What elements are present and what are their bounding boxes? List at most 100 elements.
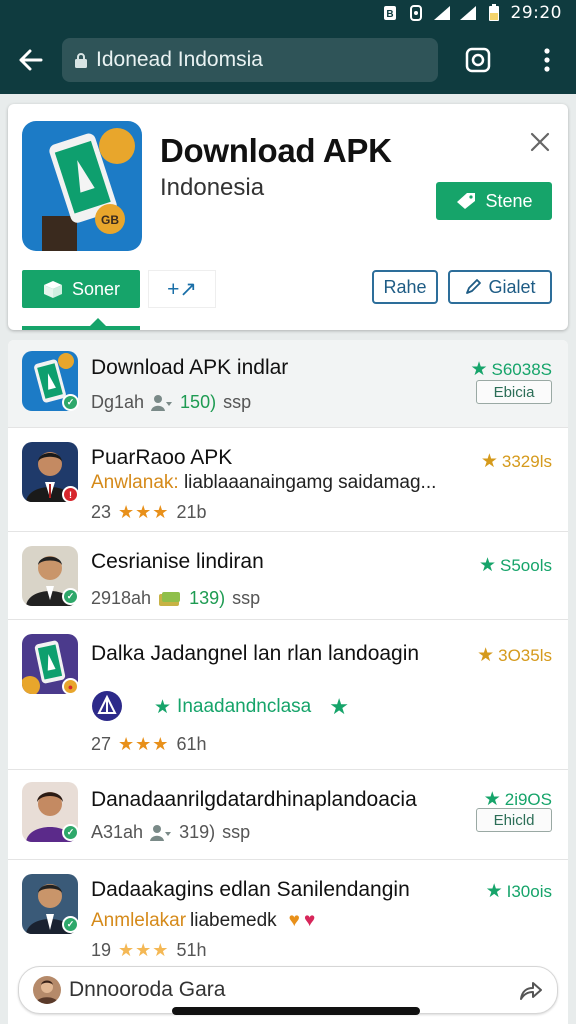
list-item[interactable]: ● Dalka Jadangnel lan rlan landoagin ★ I… — [8, 620, 568, 770]
meta-rating: 27 — [91, 734, 112, 754]
list-item[interactable]: ✓ Dadaakagins edlan Sanilendangin Anmlel… — [8, 860, 568, 970]
rank-text: 3329ls — [501, 451, 552, 471]
meta-label: ssp — [223, 392, 252, 412]
list-item-title: Dalka Jadangnel lan rlan landoagin — [91, 642, 420, 665]
list-item[interactable]: ✓ Cesrianise lindiran 2918ah 139) ssp ★ … — [8, 532, 568, 620]
pen-icon — [466, 279, 482, 294]
battery-icon — [485, 4, 503, 22]
rank-label-button[interactable]: Ebicia — [476, 380, 552, 404]
heart-orange-icon: ♥ — [288, 910, 300, 931]
signal-icon — [459, 4, 477, 22]
app-subtitle: Indonesia — [160, 174, 265, 201]
url-bar[interactable]: Idonead Indomsia — [62, 38, 438, 82]
meta-label: 21b — [176, 502, 207, 522]
list-item-title: PuarRaoo APK — [91, 446, 233, 469]
back-button[interactable] — [0, 26, 62, 94]
list-item-title: Danadaanrilgdatardhinaplandoacia — [91, 788, 417, 811]
promo-line: ★ Inaadandnclasa ★ — [154, 694, 349, 720]
list-item-meta: 23 ★★★ 21b — [91, 502, 207, 523]
rate-button-label: Rahe — [383, 276, 427, 297]
app-list: ✓ Download APK indlar Dg1ah 150) ssp ★ S… — [8, 340, 568, 1024]
overflow-menu-button[interactable] — [518, 26, 576, 94]
rank-label-button[interactable]: Ehicld — [476, 808, 552, 832]
share-button[interactable] — [515, 976, 545, 1006]
game-badge: ● — [62, 678, 79, 695]
rank-value: ★ S5ools — [479, 554, 552, 577]
verified-badge: ✓ — [62, 824, 79, 841]
rank-text: S5ools — [500, 555, 552, 575]
star-icon: ★ — [485, 881, 503, 902]
star-rating-icon: ★★★ — [118, 502, 170, 522]
tab-active[interactable]: Soner — [22, 270, 140, 308]
star-rating-icon: ★★★ — [118, 940, 170, 960]
more-vert-icon — [544, 48, 550, 72]
star-icon: ★ — [470, 359, 488, 380]
lock-icon — [75, 53, 87, 68]
svg-text:B: B — [386, 9, 393, 20]
svg-text:GB: GB — [101, 213, 119, 227]
star-icon: ★ — [154, 696, 172, 718]
list-item-subtitle: Anwlanak: liablaaanaingamg saidamag... — [91, 472, 436, 494]
rank-value: ★ 3329ls — [481, 450, 552, 473]
url-text: Idonead Indomsia — [96, 48, 263, 71]
global-button[interactable]: Gialet — [448, 270, 552, 304]
global-button-label: Gialet — [488, 276, 536, 297]
subtitle-highlight: Anmlelakar — [91, 910, 187, 931]
tab-active-label: Soner — [71, 278, 121, 299]
signal-icon — [433, 4, 451, 22]
list-item-title: Dadaakagins edlan Sanilendangin — [91, 878, 410, 901]
home-indicator — [172, 1007, 420, 1015]
rank-text: I30ois — [506, 881, 552, 901]
app-card: GB Download APK Indonesia Stene Soner +↗… — [8, 104, 568, 330]
meta-label: ssp — [232, 588, 261, 608]
install-button[interactable]: Stene — [436, 182, 552, 220]
meta-rating: 19 — [91, 940, 112, 960]
rank-text: 2i9OS — [504, 789, 552, 809]
box-icon — [43, 281, 62, 298]
list-item[interactable]: ✓ Danadaanrilgdatardhinaplandoacia A31ah… — [8, 770, 568, 860]
meta-label: ssp — [222, 822, 251, 842]
promo-text: Inaadandnclasa — [177, 696, 312, 717]
user-icon — [150, 824, 172, 841]
app-icon[interactable]: GB — [22, 121, 142, 251]
close-button[interactable] — [526, 128, 554, 156]
tabs-button[interactable] — [438, 26, 518, 94]
star-icon: ★ — [477, 645, 495, 666]
pin-icon: +↗ — [167, 277, 197, 301]
star-rating-icon: ★★★ — [118, 734, 170, 754]
meta-label: 51h — [176, 940, 207, 960]
user-icon — [151, 394, 173, 411]
status-time: 29:20 — [510, 3, 562, 23]
heart-icon: ♥ — [303, 910, 316, 931]
avatar — [33, 976, 61, 1004]
star-icon: ★ — [480, 451, 498, 472]
tab-underline — [22, 326, 140, 330]
rank-text: S6038S — [491, 359, 553, 379]
folder-icon — [159, 591, 181, 606]
list-item-meta: Dg1ah 150) ssp — [91, 392, 251, 413]
list-item-meta: A31ah 319) ssp — [91, 822, 250, 843]
share-icon — [520, 982, 542, 1000]
verified-badge: ✓ — [62, 916, 79, 933]
star-icon: ★ — [329, 694, 349, 719]
status-bar: B 29:20 — [0, 0, 576, 26]
meta-size: 2918ah — [91, 588, 152, 608]
list-item-meta: 27 ★★★ 61h — [91, 734, 207, 755]
list-item[interactable]: ! PuarRaoo APK Anwlanak: liablaaanaingam… — [8, 428, 568, 532]
list-item-title: Cesrianise lindiran — [91, 550, 264, 573]
subtitle-highlight: Anwlanak: — [91, 472, 179, 493]
back-arrow-icon — [19, 49, 43, 71]
browser-toolbar: Idonead Indomsia — [0, 26, 576, 94]
meta-count: 139) — [189, 588, 226, 608]
meta-count: 150) — [180, 392, 217, 412]
rank-text: 3O35ls — [498, 645, 552, 665]
rate-button[interactable]: Rahe — [372, 270, 438, 304]
tab-caret — [90, 318, 106, 326]
tab-pin[interactable]: +↗ — [148, 270, 216, 308]
tag-icon — [457, 193, 476, 209]
rank-value: ★ S6038S — [470, 358, 552, 381]
alert-badge: ! — [62, 486, 79, 503]
install-button-label: Stene — [485, 190, 533, 211]
list-item[interactable]: ✓ Download APK indlar Dg1ah 150) ssp ★ S… — [8, 340, 568, 428]
meta-rating: 23 — [91, 502, 112, 522]
